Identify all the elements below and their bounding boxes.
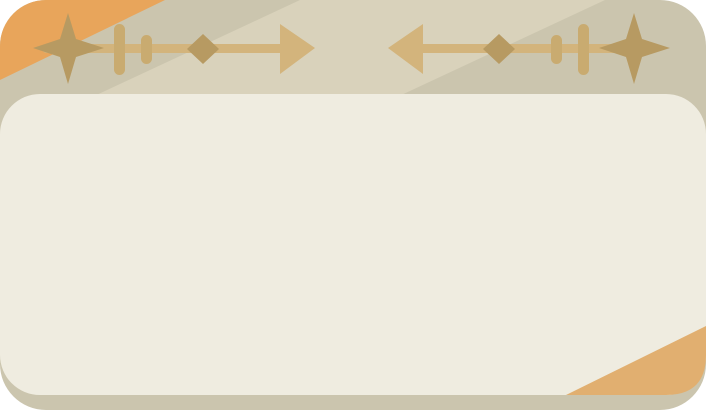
- inner-panel: [0, 94, 706, 395]
- frame-graphic: [0, 0, 706, 410]
- decorative-frame: [0, 0, 706, 410]
